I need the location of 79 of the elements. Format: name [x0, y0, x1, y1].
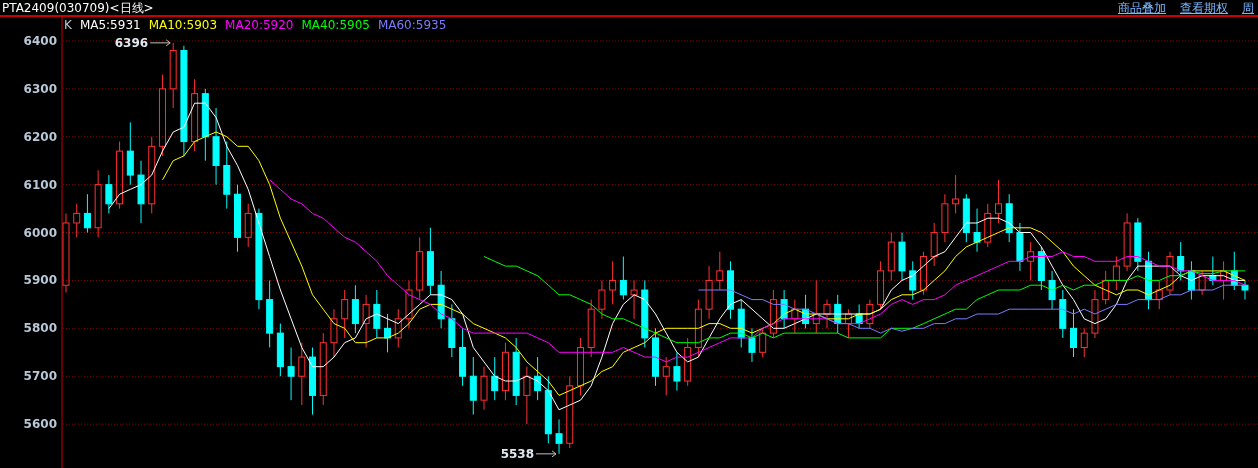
- candlestick: [62, 212, 70, 293]
- candlestick: [1166, 251, 1174, 296]
- candlestick: [83, 193, 91, 234]
- candlestick: [930, 222, 938, 267]
- candlestick: [255, 208, 263, 310]
- candlestick: [459, 327, 467, 387]
- legend-label: K: [64, 17, 72, 33]
- candlestick: [598, 279, 606, 320]
- candlestick: [341, 289, 349, 339]
- candlestick: [73, 203, 81, 238]
- candlestick: [405, 279, 413, 329]
- candlestick: [727, 260, 735, 320]
- candlestick: [1070, 308, 1078, 358]
- toolbar-link[interactable]: 商品叠加: [1118, 1, 1166, 14]
- annotation: 5538: [500, 446, 535, 461]
- candlestick: [351, 284, 359, 334]
- axis-label: 5600: [23, 417, 57, 432]
- candlestick: [1048, 270, 1056, 310]
- candlestick: [941, 193, 949, 243]
- candlestick: [180, 45, 188, 157]
- candlestick: [748, 327, 756, 363]
- candlestick: [1220, 260, 1228, 301]
- candlestick: [673, 351, 681, 392]
- candlestick: [705, 265, 713, 320]
- candlestick: [266, 279, 274, 349]
- price-annotation: 6396: [114, 35, 171, 50]
- candlestick: [223, 141, 231, 210]
- axis-label: 5800: [23, 321, 57, 336]
- candlestick: [94, 169, 102, 238]
- candlestick: [212, 107, 220, 186]
- candlestick: [1027, 241, 1035, 281]
- candlestick: [952, 174, 960, 214]
- candlestick: [137, 160, 145, 224]
- candlestick: [233, 184, 241, 253]
- candlestick: [1241, 279, 1249, 301]
- candlestick: [319, 332, 327, 406]
- legend-item: MA60:5935: [377, 17, 447, 33]
- candlestick: [1005, 193, 1013, 243]
- candlestick: [394, 308, 402, 349]
- candlestick: [126, 121, 134, 186]
- candlestick: [148, 136, 156, 214]
- axis-label: 5700: [23, 369, 57, 384]
- toolbar-link[interactable]: 周: [1242, 1, 1254, 14]
- candlestick: [609, 260, 617, 305]
- candlestick: [973, 208, 981, 253]
- candlestick: [448, 303, 456, 358]
- candlestick: [469, 356, 477, 416]
- candlestick: [287, 347, 295, 401]
- axis-label: 6000: [23, 225, 57, 240]
- window-title: PTA2409(030709)<日线>: [1, 1, 154, 14]
- candlestick: [866, 299, 874, 329]
- toolbar-link[interactable]: 查看期权: [1180, 1, 1228, 14]
- candlestick: [480, 366, 488, 411]
- candlestick: [898, 232, 906, 281]
- annotation: 6396: [114, 35, 149, 50]
- candlestick: [330, 308, 338, 358]
- legend-item: MA10:5903: [148, 17, 218, 33]
- candlestick: [523, 366, 531, 425]
- legend-item: MA40:5905: [301, 17, 370, 33]
- price-annotation: 5538: [500, 446, 557, 461]
- axis-label: 5900: [23, 273, 57, 288]
- candlestick: [105, 174, 113, 214]
- legend-item: MA20:5920: [225, 17, 294, 33]
- candlestick: [244, 203, 252, 248]
- candlestick: [823, 299, 831, 329]
- candlestick: [630, 279, 638, 320]
- axis-label: 6300: [23, 81, 57, 96]
- candlestick: [1123, 212, 1131, 272]
- candlestick: [362, 294, 370, 349]
- axis-label: 6400: [23, 33, 57, 48]
- legend-item: MA5:5931: [79, 17, 141, 33]
- candlestick: [619, 256, 627, 301]
- axis-label: 6100: [23, 177, 57, 192]
- candlestick: [1091, 289, 1099, 339]
- candlestick: [501, 342, 509, 401]
- candlestick: [1016, 222, 1024, 272]
- axis-label: 6200: [23, 129, 57, 144]
- candlestick: [491, 356, 499, 401]
- candlestick: [1059, 289, 1067, 339]
